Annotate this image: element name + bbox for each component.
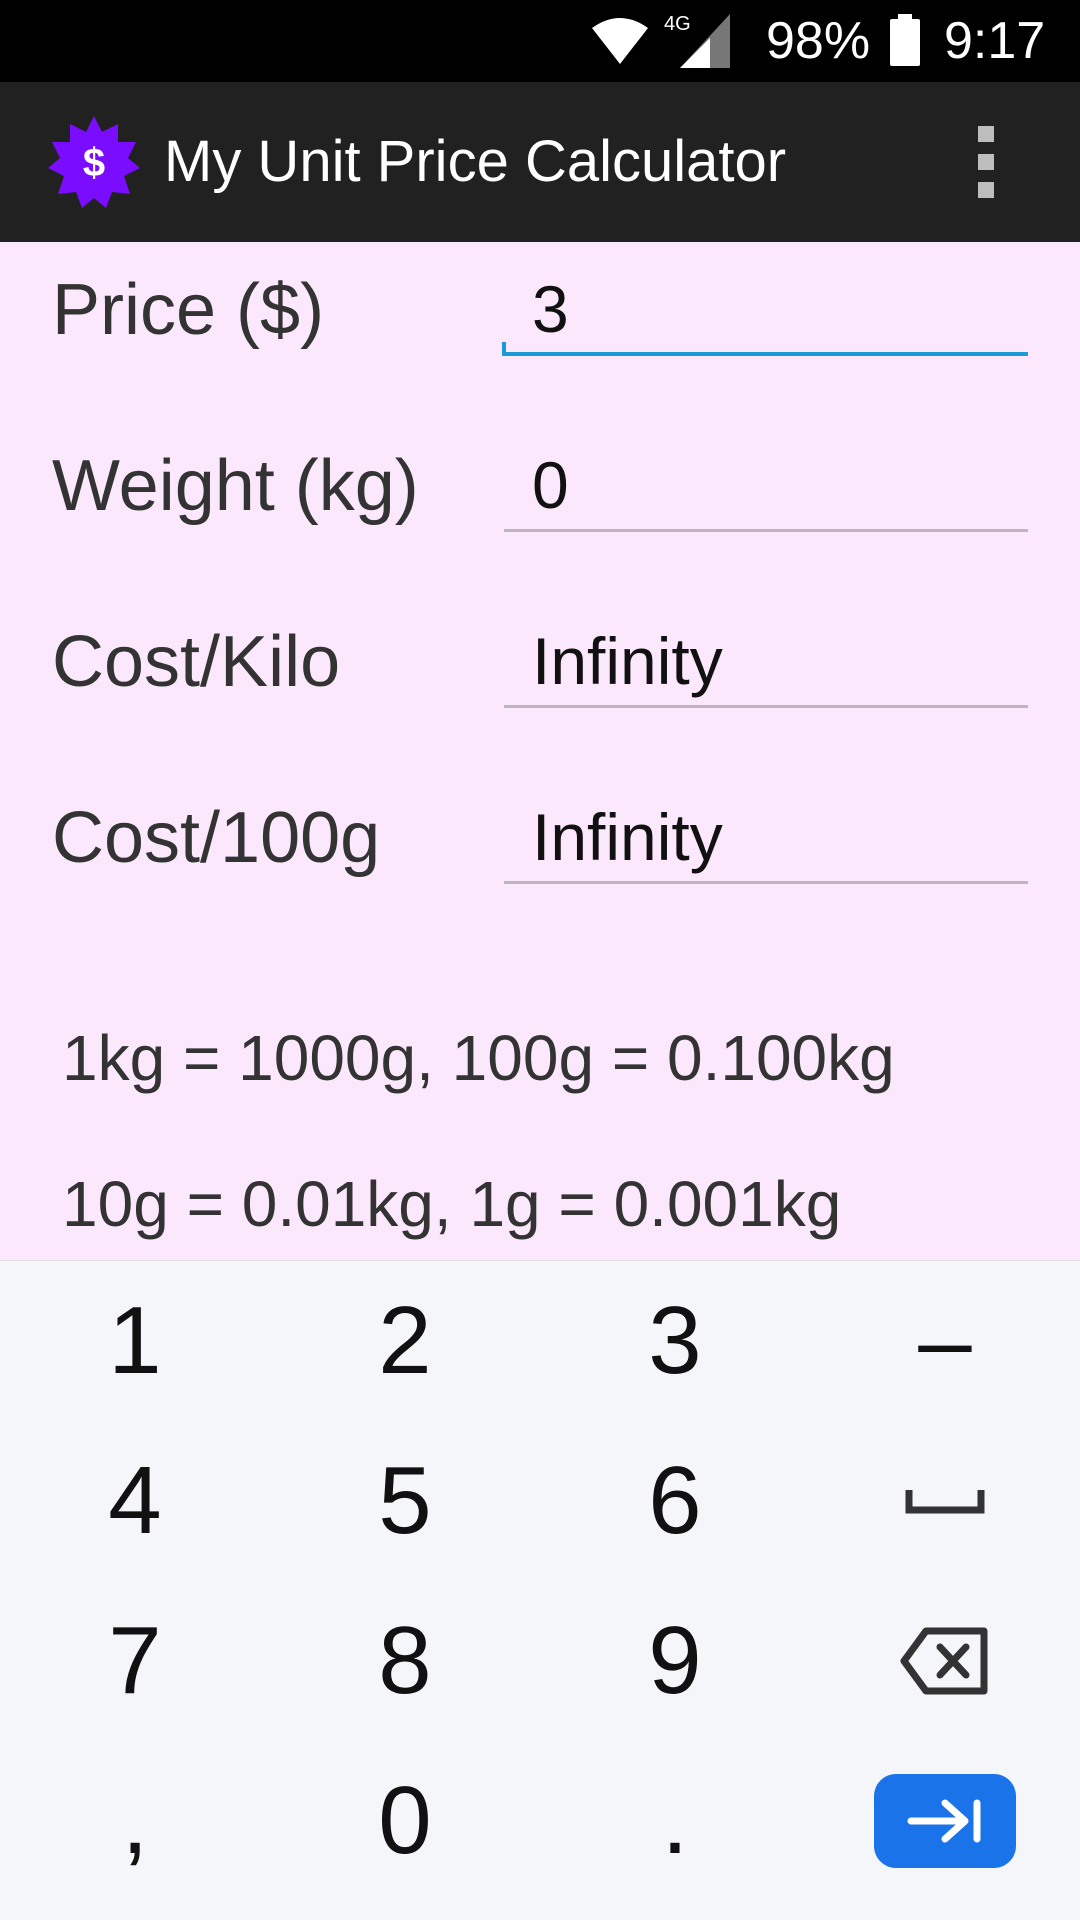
backspace-icon [900, 1627, 988, 1695]
space-icon [905, 1490, 985, 1514]
next-key[interactable] [810, 1741, 1080, 1901]
key-3[interactable]: 3 [540, 1261, 810, 1421]
key-9[interactable]: 9 [540, 1581, 810, 1741]
key-4[interactable]: 4 [0, 1421, 270, 1581]
price-label: Price ($) [52, 270, 325, 350]
cost-per-kilo-field[interactable]: Infinity [504, 612, 1028, 708]
weight-label: Weight (kg) [52, 446, 419, 526]
key-8[interactable]: 8 [270, 1581, 540, 1741]
key-6[interactable]: 6 [540, 1421, 810, 1581]
key-period[interactable]: . [540, 1741, 810, 1901]
weight-input[interactable]: 0 [504, 436, 1028, 532]
price-row: Price ($) 3 [0, 246, 1080, 366]
app-icon-symbol: $ [83, 141, 105, 185]
network-type-label: 4G [664, 13, 691, 35]
weight-value: 0 [532, 448, 569, 522]
signal-icon: 4G [664, 13, 730, 68]
space-key[interactable] [810, 1421, 1080, 1581]
conversion-note-1: 1kg = 1000g, 100g = 0.100kg [62, 1022, 895, 1094]
cost-per-kilo-row: Cost/Kilo Infinity [0, 598, 1080, 718]
key-minus[interactable]: – [810, 1261, 1080, 1421]
dollar-badge-icon: $ [48, 116, 140, 208]
cost-per-kilo-label: Cost/Kilo [52, 622, 341, 702]
app-title: My Unit Price Calculator [164, 129, 787, 194]
key-0[interactable]: 0 [270, 1741, 540, 1901]
weight-row: Weight (kg) 0 [0, 422, 1080, 542]
numeric-keyboard: 1 2 3 – 4 5 6 7 8 9 , 0 . [0, 1260, 1080, 1920]
status-bar: 4G 98% 9:17 [0, 0, 1080, 82]
key-2[interactable]: 2 [270, 1261, 540, 1421]
key-7[interactable]: 7 [0, 1581, 270, 1741]
next-button[interactable] [874, 1774, 1016, 1868]
key-1[interactable]: 1 [0, 1261, 270, 1421]
cost-per-100g-label: Cost/100g [52, 798, 381, 878]
next-icon [907, 1799, 981, 1843]
cost-per-100g-value: Infinity [532, 800, 723, 874]
battery-percentage: 98% [766, 12, 871, 70]
cost-per-100g-field[interactable]: Infinity [504, 788, 1028, 884]
conversion-note-2: 10g = 0.01kg, 1g = 0.001kg [62, 1168, 842, 1240]
clock: 9:17 [944, 12, 1046, 70]
wifi-icon [592, 18, 648, 64]
battery-icon [890, 14, 920, 66]
calculator-form: Price ($) 3 Weight (kg) 0 Cost/Kilo Infi… [0, 242, 1080, 1260]
overflow-menu-icon[interactable] [976, 126, 996, 198]
key-comma[interactable]: , [0, 1741, 270, 1901]
price-value: 3 [532, 272, 569, 346]
app-bar: $ My Unit Price Calculator [0, 82, 1080, 242]
cost-per-100g-row: Cost/100g Infinity [0, 774, 1080, 894]
backspace-key[interactable] [810, 1581, 1080, 1741]
cost-per-kilo-value: Infinity [532, 624, 723, 698]
price-input[interactable]: 3 [502, 260, 1028, 356]
key-5[interactable]: 5 [270, 1421, 540, 1581]
